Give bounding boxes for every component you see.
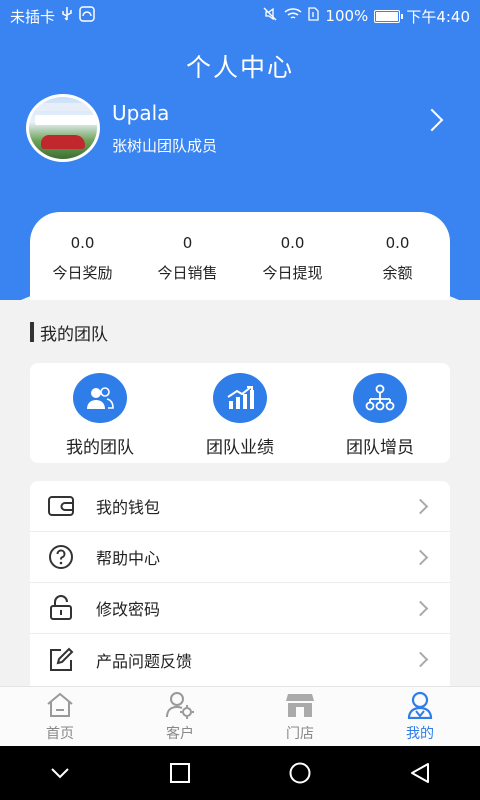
avatar bbox=[26, 94, 100, 162]
profile-name: Upala bbox=[112, 100, 170, 125]
status-bar: 未插卡 100% 下午4:40 bbox=[0, 0, 480, 32]
sim-icon bbox=[308, 7, 320, 25]
stat-value: 0.0 bbox=[280, 234, 305, 252]
stat-label: 今日提现 bbox=[262, 264, 323, 282]
menu-item-label: 帮助中心 bbox=[96, 549, 161, 568]
notification-app-icon bbox=[79, 6, 95, 26]
bottom-tab-bar: 首页 客户 门店 我的 bbox=[0, 686, 480, 746]
tab-label: 我的 bbox=[406, 726, 434, 742]
system-nav-bar bbox=[0, 746, 480, 800]
tab-store[interactable]: 门店 bbox=[240, 687, 360, 746]
menu-item-change-password[interactable]: 修改密码 bbox=[30, 583, 450, 634]
team-item-label: 团队业绩 bbox=[206, 438, 274, 458]
stat-today-withdraw[interactable]: 0.0 今日提现 bbox=[240, 234, 345, 300]
wifi-icon bbox=[284, 7, 302, 25]
wallet-icon bbox=[46, 491, 76, 521]
chevron-right-icon bbox=[412, 651, 429, 668]
team-item-performance[interactable]: 团队业绩 bbox=[170, 363, 310, 463]
nav-recents-icon[interactable] bbox=[160, 753, 200, 793]
stat-label: 今日销售 bbox=[157, 264, 218, 282]
nav-collapse-icon[interactable] bbox=[40, 753, 80, 793]
menu-item-help[interactable]: 帮助中心 bbox=[30, 532, 450, 583]
page-title: 个人中心 bbox=[185, 53, 294, 82]
menu-item-feedback[interactable]: 产品问题反馈 bbox=[30, 634, 450, 685]
nav-back-icon[interactable] bbox=[400, 753, 440, 793]
menu-item-label: 修改密码 bbox=[96, 600, 161, 619]
nav-home-icon[interactable] bbox=[280, 753, 320, 793]
chevron-right-icon bbox=[412, 549, 429, 566]
stat-today-reward[interactable]: 0.0 今日奖励 bbox=[30, 234, 135, 300]
profile-role: 张树山团队成员 bbox=[112, 136, 218, 155]
home-icon bbox=[45, 691, 75, 719]
menu-item-label: 产品问题反馈 bbox=[96, 651, 193, 671]
usb-icon bbox=[61, 6, 73, 26]
clock: 下午4:40 bbox=[406, 7, 470, 26]
team-item-recruit[interactable]: 团队增员 bbox=[310, 363, 450, 463]
stats-card: 0.0 今日奖励 0 今日销售 0.0 今日提现 0.0 余额 bbox=[30, 212, 450, 300]
tab-home[interactable]: 首页 bbox=[0, 687, 120, 746]
stat-label: 余额 bbox=[382, 264, 413, 282]
store-icon bbox=[285, 691, 315, 719]
tab-profile[interactable]: 我的 bbox=[360, 687, 480, 746]
battery-icon bbox=[374, 9, 404, 23]
team-section-header: 我的团队 bbox=[30, 321, 108, 345]
stat-today-sales[interactable]: 0 今日销售 bbox=[135, 234, 240, 300]
stat-value: 0.0 bbox=[385, 234, 410, 252]
carrier-text: 未插卡 bbox=[10, 7, 56, 26]
profile-header[interactable]: Upala 张树山团队成员 bbox=[26, 94, 456, 162]
mute-icon bbox=[262, 6, 278, 26]
team-card: 我的团队 团队业绩 团队增员 bbox=[30, 363, 450, 463]
menu-list: 我的钱包 帮助中心 修改密码 产品问题反馈 bbox=[30, 481, 450, 686]
battery-percent: 100% bbox=[325, 7, 369, 25]
chevron-right-icon bbox=[412, 600, 429, 617]
tab-label: 客户 bbox=[166, 726, 194, 742]
team-item-my-team[interactable]: 我的团队 bbox=[30, 363, 170, 463]
chevron-right-icon bbox=[412, 498, 429, 515]
menu-item-wallet[interactable]: 我的钱包 bbox=[30, 481, 450, 532]
chevron-right-icon[interactable] bbox=[420, 108, 444, 132]
team-item-label: 我的团队 bbox=[66, 438, 134, 458]
stat-value: 0 bbox=[182, 234, 193, 252]
tab-customers[interactable]: 客户 bbox=[120, 687, 240, 746]
stat-value: 0.0 bbox=[70, 234, 95, 252]
tab-label: 门店 bbox=[286, 726, 314, 742]
team-item-label: 团队增员 bbox=[346, 438, 414, 458]
team-structure-icon bbox=[353, 373, 407, 423]
customer-icon bbox=[165, 691, 195, 719]
tab-label: 首页 bbox=[46, 726, 74, 742]
section-marker bbox=[30, 322, 34, 342]
performance-chart-icon bbox=[213, 373, 267, 423]
section-title: 我的团队 bbox=[40, 324, 108, 345]
menu-item-label: 我的钱包 bbox=[96, 498, 161, 517]
edit-icon bbox=[46, 645, 76, 675]
stat-balance[interactable]: 0.0 余额 bbox=[345, 234, 450, 300]
profile-icon bbox=[405, 691, 435, 719]
team-members-icon bbox=[73, 373, 127, 423]
help-icon bbox=[46, 542, 76, 572]
stat-label: 今日奖励 bbox=[52, 264, 113, 282]
lock-icon bbox=[46, 593, 76, 623]
